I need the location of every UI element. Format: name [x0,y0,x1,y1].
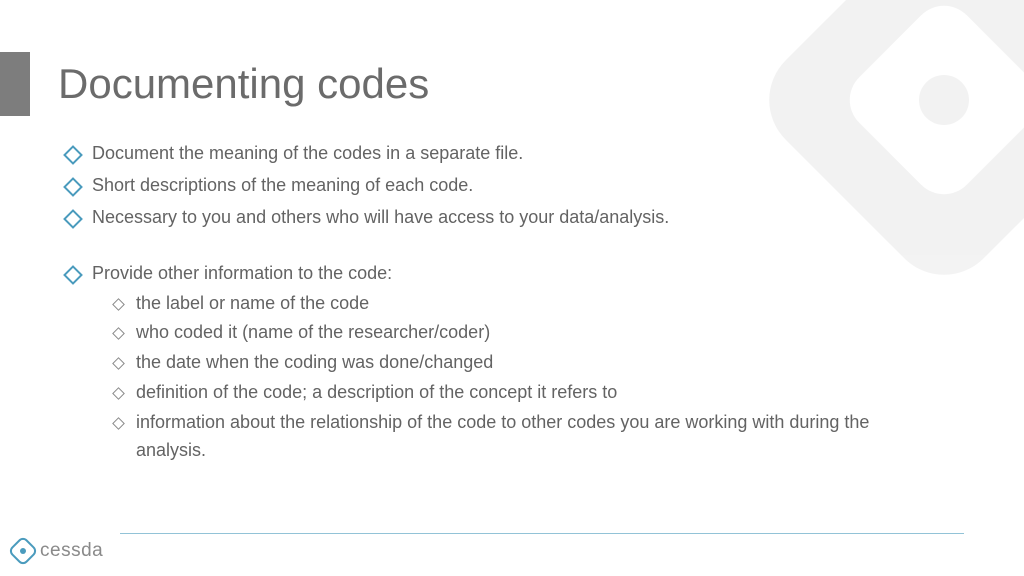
list-item-text: definition of the code; a description of… [136,382,617,402]
page-title: Documenting codes [58,60,429,108]
sub-bullet-list: the label or name of the code who coded … [92,290,944,465]
bullet-list: Document the meaning of the codes in a s… [66,140,944,465]
list-item-text: the date when the coding was done/change… [136,352,493,372]
list-item: information about the relationship of th… [114,409,944,465]
list-item-text: Short descriptions of the meaning of eac… [92,175,473,195]
list-item: Provide other information to the code: t… [66,260,944,465]
brand-name: cessda [40,540,103,562]
list-item: Document the meaning of the codes in a s… [66,140,944,168]
list-item: definition of the code; a description of… [114,379,944,407]
title-block: Documenting codes [0,52,429,116]
list-item: the date when the coding was done/change… [114,349,944,377]
list-item: Necessary to you and others who will hav… [66,204,944,232]
footer-divider [120,533,964,534]
content-area: Document the meaning of the codes in a s… [66,140,944,469]
cessda-logo-icon [12,540,34,562]
list-item: the label or name of the code [114,290,944,318]
list-item-text: the label or name of the code [136,293,369,313]
list-item: Short descriptions of the meaning of eac… [66,172,944,200]
list-item-text: Document the meaning of the codes in a s… [92,143,523,163]
list-item: who coded it (name of the researcher/cod… [114,319,944,347]
list-item-text: Provide other information to the code: [92,263,392,283]
list-item-text: who coded it (name of the researcher/cod… [136,322,490,342]
accent-bar [0,52,30,116]
footer-logo: cessda [12,540,103,562]
list-item-text: Necessary to you and others who will hav… [92,207,669,227]
list-item-text: information about the relationship of th… [136,412,869,460]
slide: Documenting codes Document the meaning o… [0,0,1024,576]
